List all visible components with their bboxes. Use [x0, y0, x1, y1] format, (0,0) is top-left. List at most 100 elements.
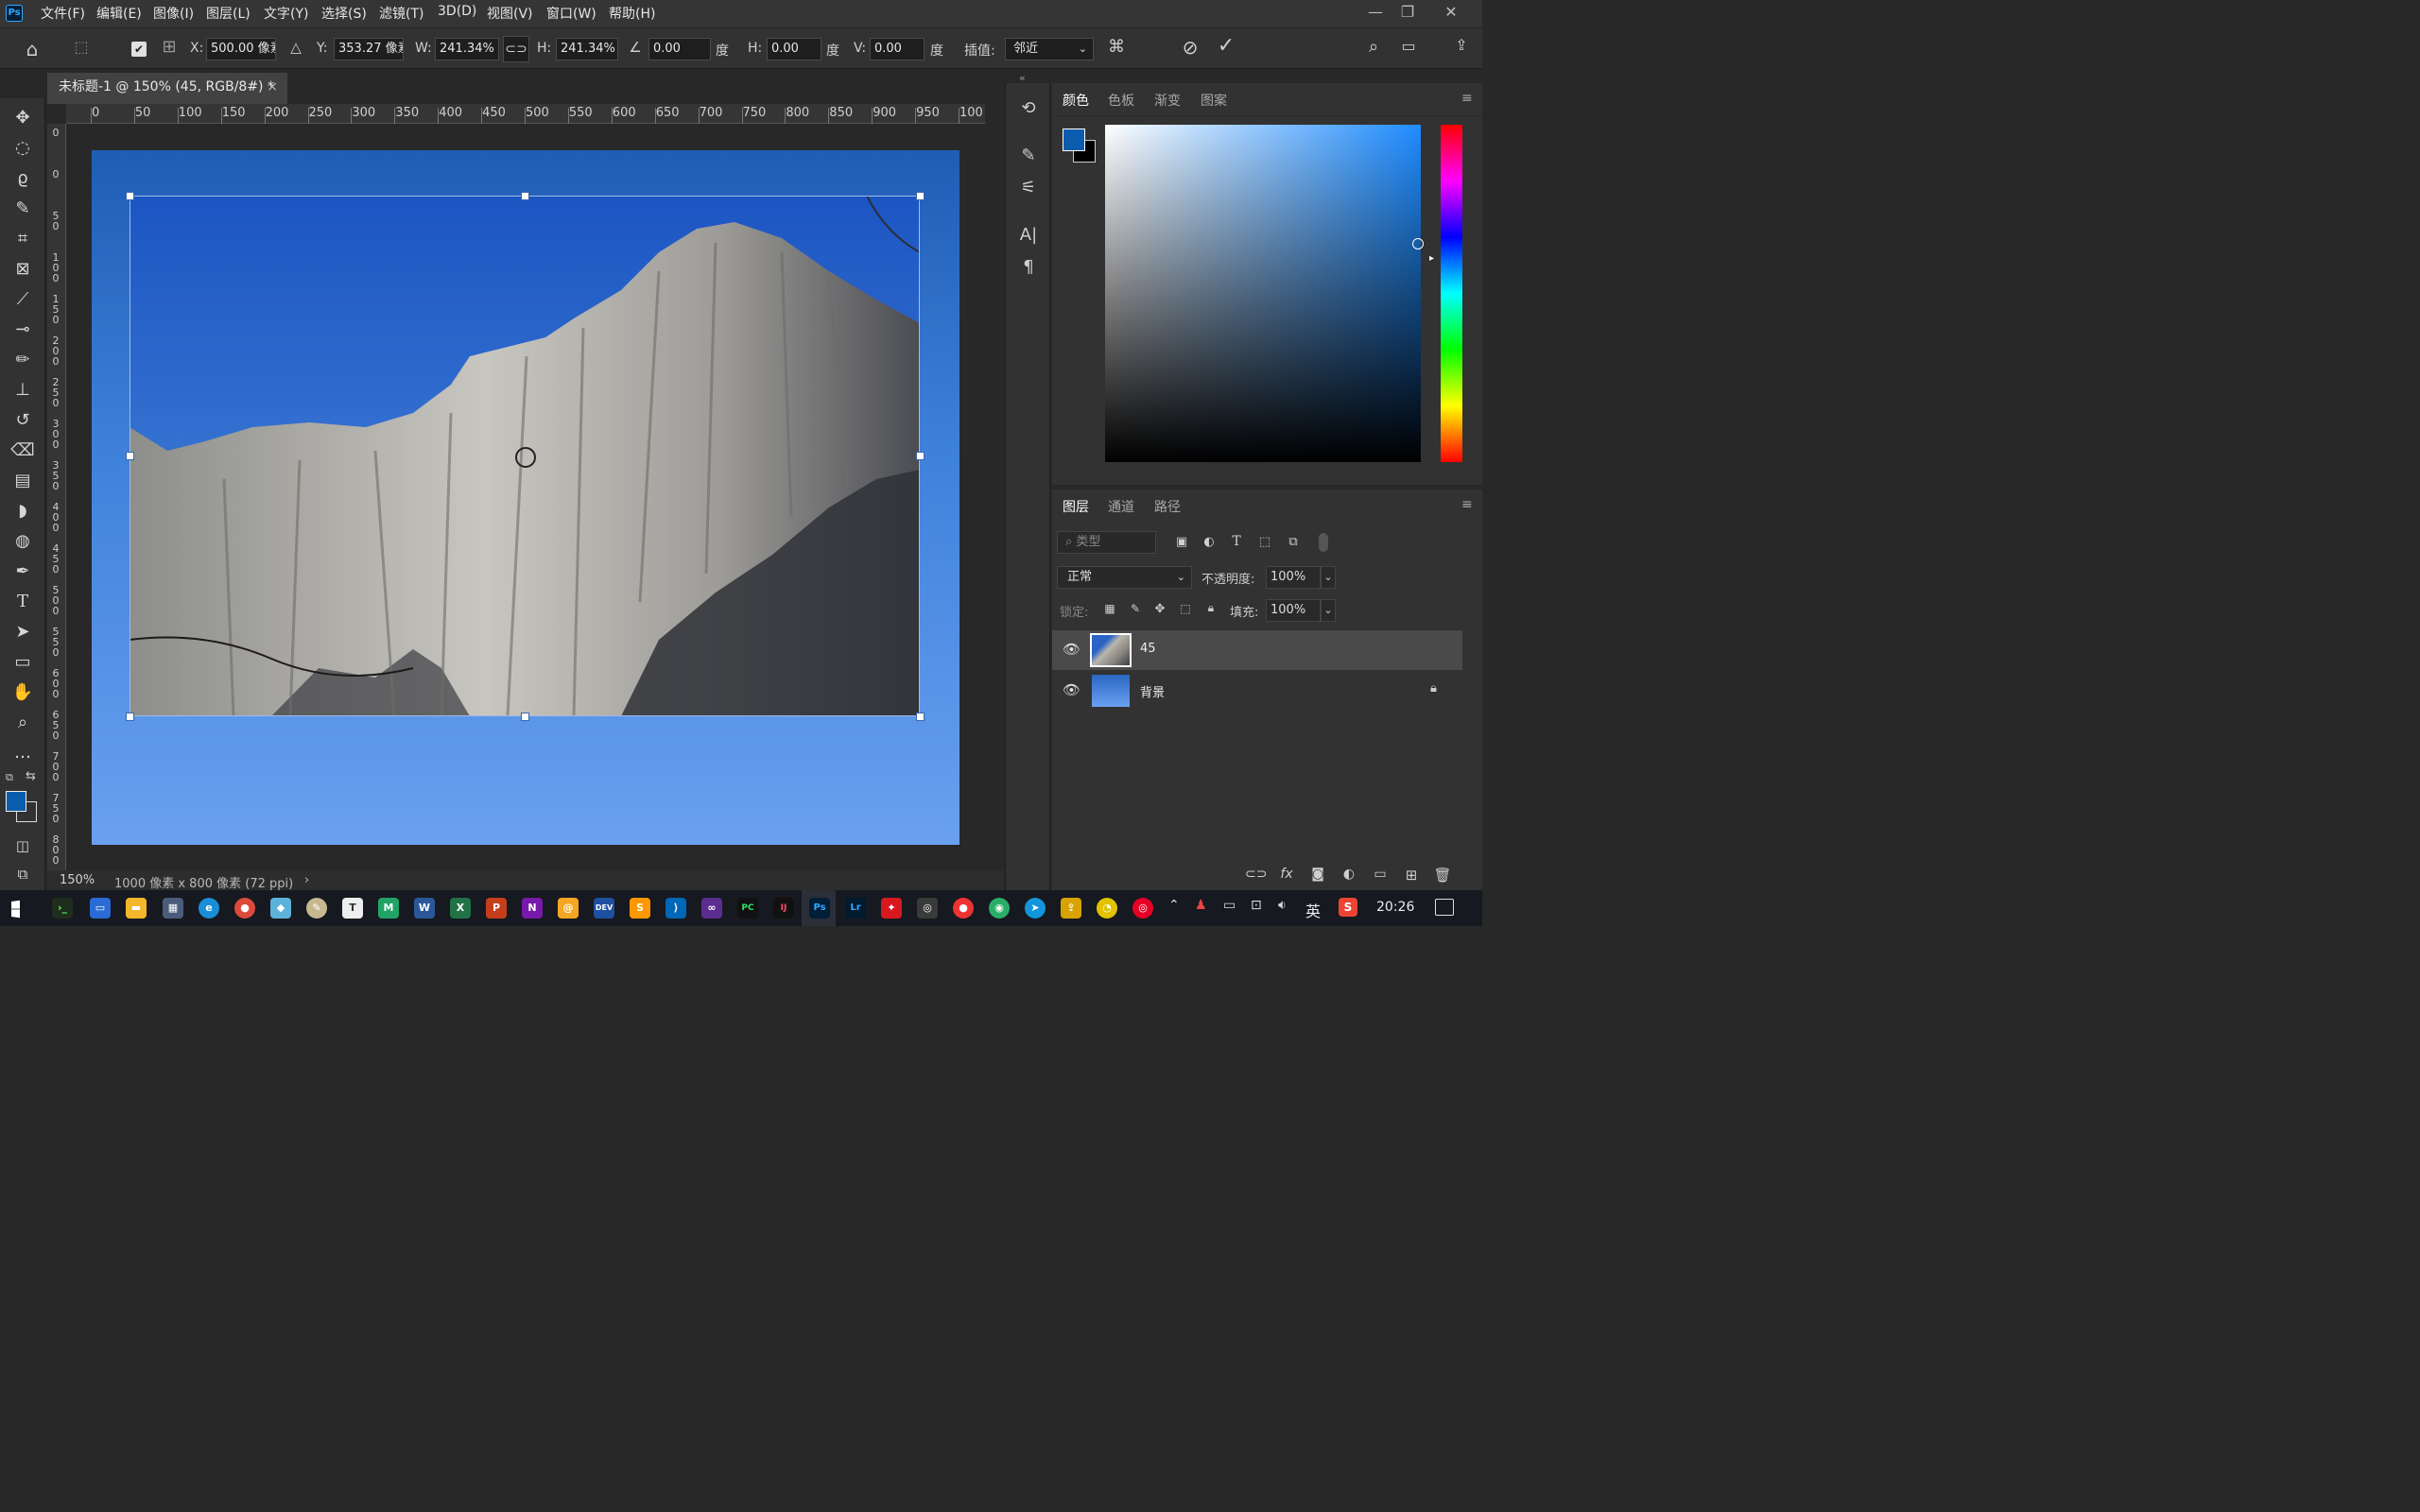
healing-brush-tool-icon[interactable]: ⊸ [0, 316, 45, 344]
link-icon[interactable]: ⊂⊃ [503, 36, 529, 62]
path-select-tool-icon[interactable]: ➤ [0, 618, 45, 646]
layer-name[interactable]: 背景 [1140, 682, 1165, 700]
menu-file[interactable]: 文件(F) [41, 4, 85, 23]
notes-app-icon[interactable]: ◆ [270, 898, 291, 919]
transform-icon[interactable]: ⬚ [68, 38, 95, 60]
menu-type[interactable]: 文字(Y) [264, 4, 308, 23]
tab-paths[interactable]: 路径 [1154, 497, 1181, 516]
rectangle-tool-icon[interactable]: ▭ [0, 648, 45, 677]
menu-view[interactable]: 视图(V) [487, 4, 533, 23]
document-tab[interactable]: 未标题-1 @ 150% (45, RGB/8#) * × [47, 73, 287, 104]
tab-layers[interactable]: 图层 [1063, 497, 1089, 516]
tab-patterns[interactable]: 图案 [1201, 91, 1227, 110]
powerpoint-app-icon[interactable]: P [486, 898, 507, 919]
collapse-strip-icon[interactable]: « [1019, 72, 1026, 84]
transform-reference-point-icon[interactable] [515, 447, 536, 468]
menu-3d[interactable]: 3D(D) [438, 4, 476, 19]
panel-foreground-swatch[interactable] [1063, 129, 1085, 151]
y-field[interactable]: 353.27 像素 [334, 38, 404, 60]
cancel-transform-icon[interactable]: ⊘ [1178, 36, 1202, 60]
reference-point-grid-icon[interactable]: ⊞ [157, 37, 182, 61]
add-mask-icon[interactable]: ◙ [1308, 867, 1327, 884]
height-field[interactable]: 241.34% [556, 38, 618, 60]
type-tool-icon[interactable]: T [0, 588, 45, 616]
typora-app-icon[interactable]: T [342, 898, 363, 919]
edge-browser-icon[interactable]: e [199, 898, 219, 919]
delete-layer-icon[interactable]: 🗑︎ [1433, 867, 1452, 884]
menu-filter[interactable]: 滤镜(T) [379, 4, 424, 23]
screen-mode-icon[interactable]: ⧉ [0, 860, 45, 888]
filter-smart-object-icon[interactable]: ⧉ [1285, 535, 1302, 552]
adjustments-icon[interactable]: ⚟ [1015, 178, 1042, 204]
color-field[interactable] [1105, 125, 1421, 462]
onenote-app-icon[interactable]: N [522, 898, 543, 919]
close-tab-icon[interactable]: × [267, 73, 278, 101]
opacity-field[interactable]: 100% [1266, 566, 1321, 589]
sublime-app-icon[interactable]: S [630, 898, 650, 919]
brush-settings-icon[interactable]: ✎ [1015, 146, 1042, 172]
quick-select-tool-icon[interactable]: ✎ [0, 195, 45, 223]
transform-handle-left[interactable] [126, 452, 134, 460]
menu-layer[interactable]: 图层(L) [206, 4, 251, 23]
tray-qq-icon[interactable]: ♟ [1195, 898, 1207, 913]
windows-start-icon[interactable] [11, 900, 20, 919]
hand-tool-icon[interactable]: ✋ [0, 679, 45, 707]
this-pc-app-icon[interactable]: ▭ [90, 898, 111, 919]
vscode-app-icon[interactable]: ⟩ [666, 898, 686, 919]
dodge-tool-icon[interactable]: ◍ [0, 527, 45, 556]
swap-colors-icon[interactable]: ⇆ [26, 769, 36, 783]
menu-help[interactable]: 帮助(H) [609, 4, 655, 23]
lock-transparent-icon[interactable]: ▦ [1102, 602, 1117, 617]
pen-tool-icon[interactable]: ✒ [0, 558, 45, 586]
search-icon[interactable]: ⌕ [1362, 37, 1385, 60]
clock[interactable]: 20:26 [1376, 900, 1414, 915]
opacity-chevron-icon[interactable]: ⌄ [1321, 566, 1336, 589]
transform-handle-bottom-right[interactable] [916, 713, 925, 721]
xmind-app-icon[interactable]: M [378, 898, 399, 919]
color-picker-cursor[interactable] [1412, 238, 1424, 249]
filter-type-icon[interactable]: T [1228, 534, 1245, 551]
network-icon[interactable]: ⊡ [1251, 898, 1262, 913]
volume-icon[interactable]: 🔉︎ [1278, 898, 1287, 913]
warp-icon[interactable]: ⌘ [1104, 37, 1129, 61]
quick-mask-icon[interactable]: ◫ [0, 832, 45, 860]
transform-handle-top-right[interactable] [916, 192, 925, 200]
excel-app-icon[interactable]: X [450, 898, 471, 919]
interpolation-select[interactable]: 邻近 ⌄ [1005, 38, 1094, 60]
qq-app-icon[interactable]: ● [953, 898, 974, 919]
delta-icon[interactable]: △ [286, 39, 305, 58]
layer-row-background[interactable]: 👁︎ 背景 🔒︎ [1052, 671, 1462, 711]
wechat-app-icon[interactable]: ◉ [989, 898, 1010, 919]
feishu-app-icon[interactable]: ➤ [1025, 898, 1046, 919]
lightroom-app-icon[interactable]: Lr [845, 898, 866, 919]
tab-gradients[interactable]: 渐变 [1154, 91, 1181, 110]
angle-field[interactable]: 0.00 [648, 38, 711, 60]
photoshop-app-icon[interactable]: Ps [809, 898, 830, 919]
layer-filter-select[interactable]: ⌕ 类型 [1057, 531, 1156, 554]
eyedropper-tool-icon[interactable]: ⟋ [0, 285, 45, 314]
stamp-tool-icon[interactable]: ⊥ [0, 376, 45, 404]
file-explorer-app-icon[interactable]: ▬ [126, 898, 147, 919]
home-icon[interactable]: ⌂ [21, 38, 43, 60]
share-icon[interactable]: ⇪ [1450, 36, 1473, 59]
hue-slider-marker[interactable]: ▸ [1429, 253, 1434, 264]
lock-image-icon[interactable]: ✎ [1128, 602, 1143, 617]
minimize-icon[interactable]: — [1361, 3, 1390, 24]
new-layer-icon[interactable]: ⊞ [1402, 867, 1421, 884]
menu-image[interactable]: 图像(I) [153, 4, 194, 23]
sogou-ime-icon[interactable]: S [1339, 898, 1357, 917]
visibility-eye-icon[interactable]: 👁︎ [1063, 681, 1080, 698]
gradient-tool-icon[interactable]: ▤ [0, 467, 45, 495]
bandizip-app-icon[interactable]: ◎ [917, 898, 938, 919]
transform-handle-bottom-left[interactable] [126, 713, 134, 721]
skew-h-field[interactable]: 0.00 [767, 38, 821, 60]
tab-channels[interactable]: 通道 [1108, 497, 1134, 516]
visibility-eye-icon[interactable]: 👁︎ [1063, 641, 1080, 658]
layer-style-icon[interactable]: fx [1277, 867, 1296, 884]
menu-select[interactable]: 选择(S) [321, 4, 367, 23]
close-window-icon[interactable]: ✕ [1437, 3, 1465, 24]
x-field[interactable]: 500.00 像素 [206, 38, 276, 60]
devcpp-app-icon[interactable]: DEV [594, 898, 614, 919]
transform-handle-bottom[interactable] [521, 713, 529, 721]
layer-name[interactable]: 45 [1140, 642, 1156, 656]
